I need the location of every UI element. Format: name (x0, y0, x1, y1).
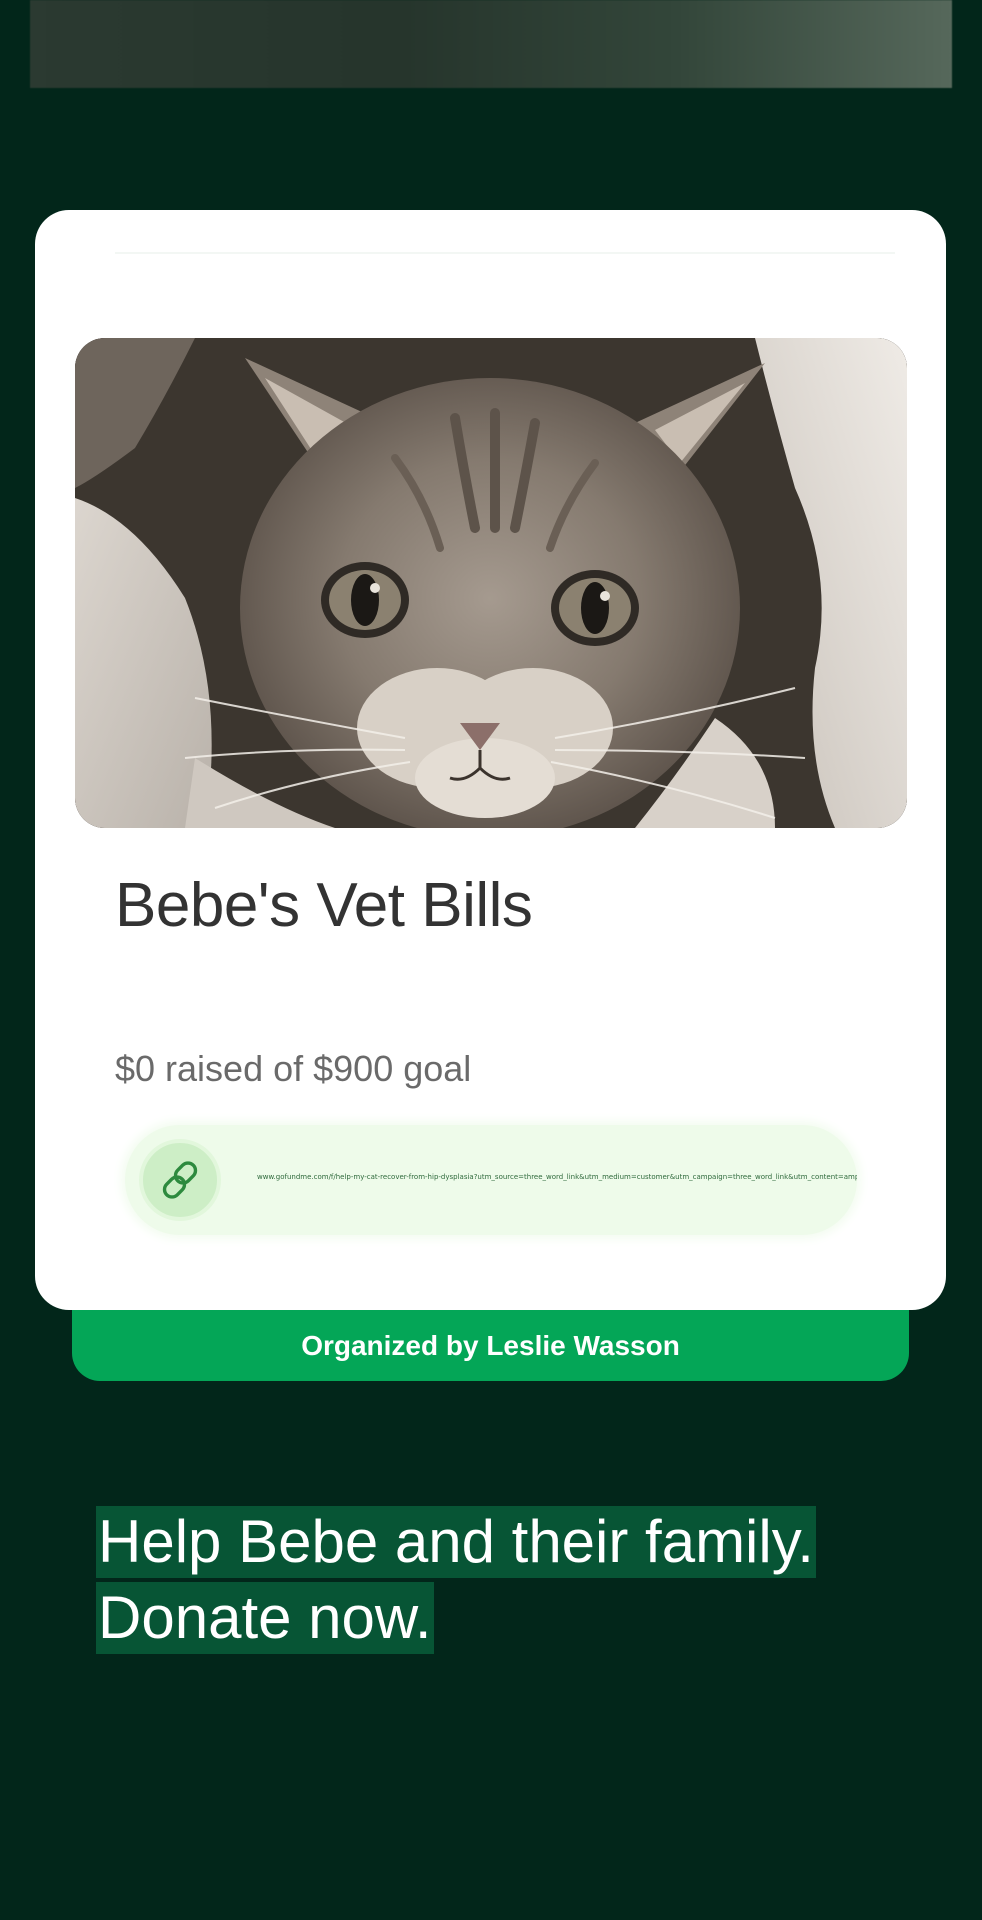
campaign-link[interactable]: www.gofundme.com/f/help-my-cat-recover-f… (125, 1125, 857, 1235)
organizer-name: Organized by Leslie Wasson (301, 1329, 680, 1361)
campaign-url-text[interactable]: www.gofundme.com/f/help-my-cat-recover-f… (257, 1173, 857, 1181)
raised-progress-text: $0 raised of $900 goal (115, 1048, 472, 1089)
card-divider (115, 252, 895, 254)
call-to-action: Help Bebe and their family. Donate now. (96, 1506, 956, 1654)
organizer-bar: Organized by Leslie Wasson (72, 1310, 909, 1381)
campaign-photo (75, 338, 907, 828)
link-chain-icon[interactable] (139, 1139, 221, 1221)
top-banner-image (30, 0, 952, 88)
fundraiser-card[interactable]: Bebe's Vet Bills $0 raised of $900 goal … (35, 210, 946, 1310)
cta-line-2: Donate now. (96, 1582, 434, 1654)
cta-line-1: Help Bebe and their family. (96, 1506, 816, 1578)
campaign-title: Bebe's Vet Bills (115, 871, 533, 940)
